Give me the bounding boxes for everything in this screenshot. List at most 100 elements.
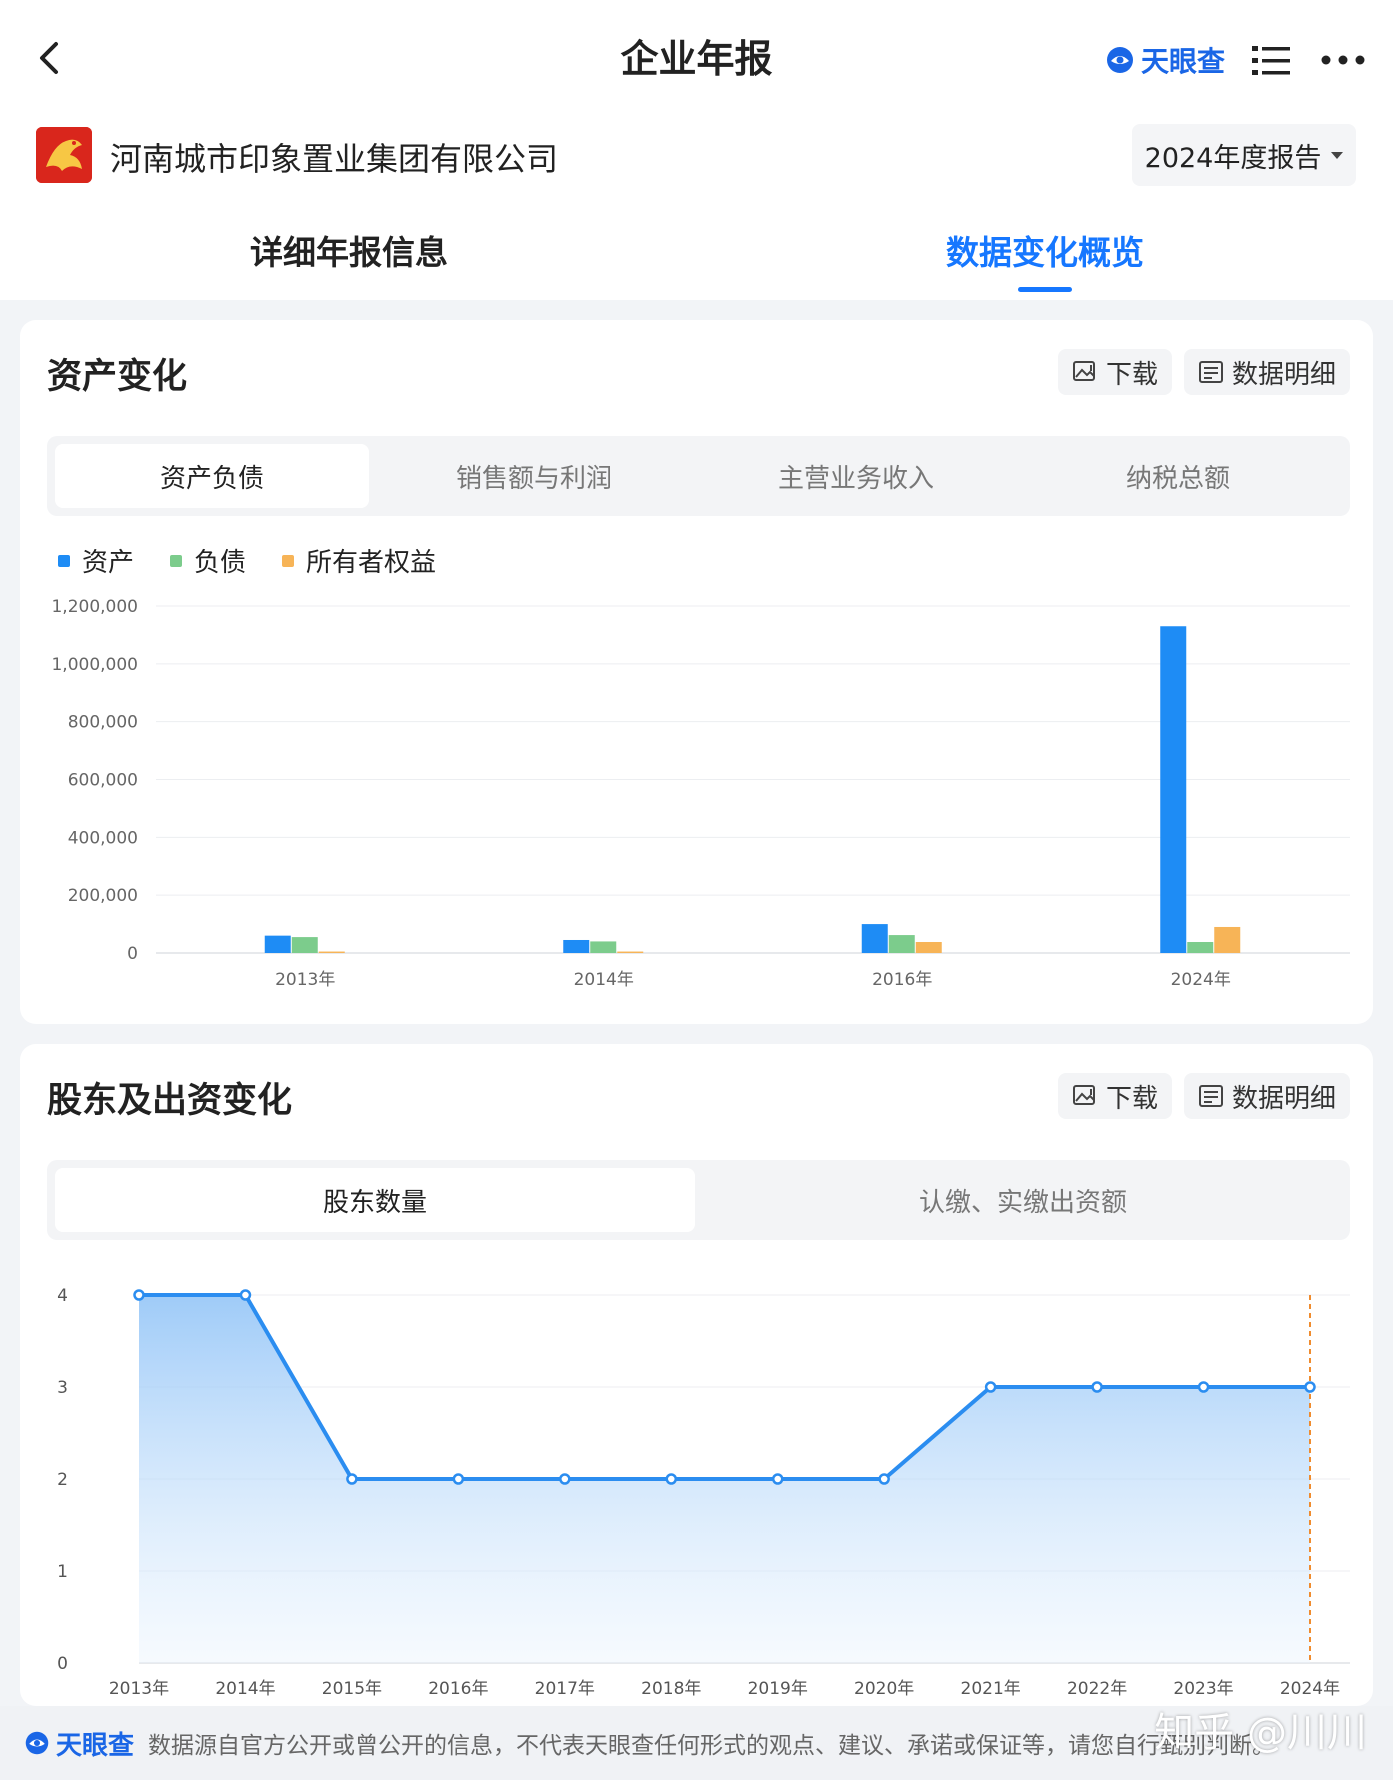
bar-assets [264,935,291,953]
caret-down-icon [1331,151,1344,159]
data-point [878,1473,890,1485]
tianyancha-eye-icon [1107,47,1133,73]
x-tick-label: 2016年 [428,1679,488,1699]
legend-item-equity[interactable]: 所有者权益 [282,542,436,579]
y-tick-label: 400,000 [68,828,138,848]
y-tick-label: 0 [57,1654,68,1674]
segment-assets-liabilities[interactable]: 资产负债 [55,444,369,508]
shareholder-segment-control: 股东数量 认缴、实缴出资额 [47,1160,1350,1240]
y-tick-label: 1,000,000 [51,655,138,675]
data-point [452,1473,465,1485]
assets-segment-control: 资产负债 销售额与利润 主营业务收入 纳税总额 [47,436,1350,516]
x-tick-label: 2013年 [275,970,335,990]
bar-liabilities [1187,942,1214,953]
shareholder-area-chart: 0 1 2 3 4 2013年 2014年 2015年 2016年 2017年 2018年 2019年… [57,1286,1350,1699]
y-tick-label: 1,200,000 [51,597,138,617]
legend-label: 所有者权益 [306,548,437,578]
x-tick-label: 2018年 [641,1679,701,1699]
x-tick-label: 2017年 [535,1679,595,1699]
bar-liabilities [291,937,318,953]
y-tick-label: 3 [57,1378,68,1398]
tianyancha-eye-icon [25,1731,49,1755]
data-point [665,1473,678,1485]
legend-label: 负债 [194,548,247,578]
x-tick-label: 2024年 [1280,1679,1340,1699]
assets-card-title: 资产变化 [47,357,188,397]
data-point [984,1381,997,1393]
legend-swatch [58,554,70,567]
download-label: 下载 [1106,359,1159,390]
brand-logo: 天眼查 [1105,42,1225,78]
main-tabs [0,202,1393,300]
footer-note: 数据源自官方公开或曾公开的信息，不代表天眼查任何形式的观点、建议、承诺或保证等，… [148,1733,1276,1759]
assets-download-button[interactable]: 下载 [1058,349,1173,395]
table-detail-icon [1199,361,1223,383]
x-tick-label: 2021年 [961,1679,1021,1699]
image-download-icon [1073,361,1095,381]
company-logo [36,127,92,183]
segment-shareholder-count[interactable]: 股东数量 [55,1168,695,1232]
legend-item-assets[interactable]: 资产 [58,542,134,579]
y-tick-label: 0 [127,944,138,964]
shareholder-download-button[interactable]: 下载 [1058,1073,1173,1119]
brand-name: 天眼查 [1141,45,1226,78]
y-tick-label: 200,000 [68,886,138,906]
bar-equity [915,942,942,953]
tab-data-overview[interactable]: 数据变化概览 [946,226,1144,274]
legend-label: 资产 [82,548,135,578]
segment-contribution-amount[interactable]: 认缴、实缴出资额 [703,1160,1343,1240]
data-point [1304,1381,1316,1393]
data-point [1197,1381,1210,1393]
tab-detailed-report[interactable]: 详细年报信息 [250,226,448,274]
x-tick-label: 2014年 [574,970,634,990]
x-tick-label: 2014年 [215,1679,275,1699]
assets-bar-chart: 0 200,000 400,000 600,000 800,000 1,000,000 1,… [51,597,1350,990]
bar-liabilities [888,935,915,953]
x-tick-label: 2016年 [872,970,932,990]
report-year-dropdown[interactable]: 2024年度报告 [1132,124,1356,186]
footer-brand-name: 天眼查 [56,1730,135,1761]
x-tick-label: 2024年 [1171,970,1231,990]
legend-item-liabilities[interactable]: 负债 [170,542,246,579]
more-options-icon[interactable] [1320,52,1366,68]
report-year-label: 2024年度报告 [1144,142,1322,174]
bar-equity [318,951,345,953]
y-tick-label: 600,000 [68,771,138,791]
bar-assets [1160,626,1187,953]
x-tick-label: 2015年 [322,1679,382,1699]
image-download-icon [1073,1085,1095,1105]
x-tick-label: 2022年 [1067,1679,1127,1699]
segment-sales-profit[interactable]: 销售额与利润 [377,436,691,516]
data-point [771,1473,784,1485]
segment-main-revenue[interactable]: 主营业务收入 [699,436,1013,516]
segment-total-tax[interactable]: 纳税总额 [1021,436,1335,516]
data-detail-label: 数据明细 [1232,1083,1337,1114]
bar-assets [861,924,888,953]
assets-data-detail-button[interactable]: 数据明细 [1184,349,1351,395]
download-label: 下载 [1106,1083,1159,1114]
shareholder-data-detail-button[interactable]: 数据明细 [1184,1073,1351,1119]
x-tick-label: 2013年 [109,1679,169,1699]
legend-swatch [170,554,183,567]
x-tick-label: 2020年 [854,1679,914,1699]
data-point [239,1289,252,1301]
y-tick-label: 800,000 [68,713,138,733]
y-tick-label: 2 [57,1470,68,1490]
active-tab-indicator [1018,287,1072,292]
bar-equity [1214,926,1241,953]
assets-legend: 资产 负债 所有者权益 [58,542,436,579]
list-menu-icon[interactable] [1252,44,1290,78]
legend-swatch [282,554,295,567]
data-point [133,1289,145,1301]
data-point [346,1473,358,1485]
company-name: 河南城市印象置业集团有限公司 [110,140,559,178]
shareholder-card-title: 股东及出资变化 [47,1081,293,1121]
zhihu-watermark: 知乎 @川川 [1154,1710,1367,1756]
data-point [1091,1381,1103,1393]
bar-liabilities [590,941,617,953]
y-tick-label: 4 [57,1286,68,1306]
x-tick-label: 2019年 [748,1679,808,1699]
data-detail-label: 数据明细 [1232,359,1337,390]
bar-equity [617,951,644,953]
x-tick-label: 2023年 [1173,1679,1233,1699]
